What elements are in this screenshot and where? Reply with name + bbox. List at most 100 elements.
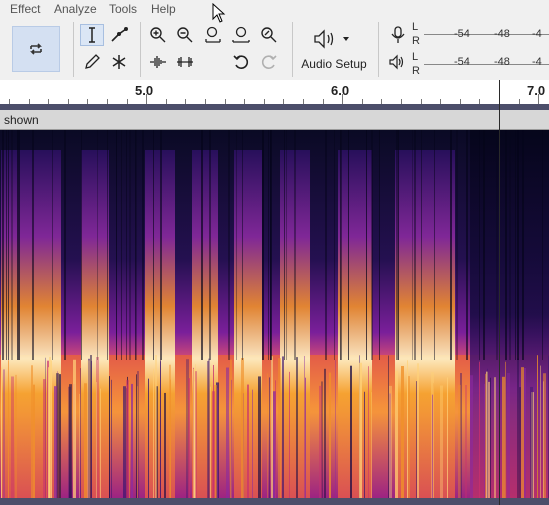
menu-effect[interactable]: Effect [10, 2, 40, 16]
spectrogram-streak [247, 384, 249, 498]
undo-icon [233, 55, 249, 69]
speaker-icon [314, 29, 334, 49]
spectrogram-streak [15, 374, 17, 498]
spectrogram-streak [129, 381, 130, 498]
playback-meter[interactable] [424, 64, 549, 65]
ruler-tick [342, 94, 344, 104]
menu-help[interactable]: Help [151, 2, 176, 16]
spectrogram-streak [207, 360, 209, 498]
zoom-fit-button[interactable] [229, 24, 253, 46]
loop-button[interactable] [12, 26, 60, 72]
spectrogram[interactable] [0, 130, 549, 498]
spectrogram-gap [396, 130, 398, 360]
spectrogram-streak [48, 367, 50, 498]
playback-meter-button[interactable] [386, 51, 410, 73]
spectrogram-gap [236, 130, 237, 360]
draw-tool-button[interactable] [80, 51, 104, 73]
spectrogram-streak [519, 387, 521, 498]
spectrogram-gap [160, 130, 162, 360]
spectrogram-streak [470, 375, 473, 498]
trim-audio-button[interactable] [146, 51, 170, 73]
zoom-out-button[interactable] [173, 24, 197, 46]
spectrogram-streak [267, 373, 268, 498]
spectrogram-streak [324, 368, 326, 498]
spectrogram-streak [271, 356, 273, 498]
selection-tool-button[interactable] [80, 24, 104, 46]
menu-tools[interactable]: Tools [109, 2, 137, 16]
spectrogram-streak [170, 379, 171, 498]
spectrogram-streak [304, 355, 305, 498]
spectrogram-gap [18, 130, 20, 360]
spectrogram-streak [31, 365, 33, 498]
zoom-toggle-icon [261, 27, 277, 43]
spectrogram-gap [52, 130, 53, 360]
spectrogram-streak [537, 355, 538, 498]
zoom-selection-button[interactable] [201, 24, 225, 46]
spectrogram-streak [131, 383, 133, 498]
meter-channel-label: L [412, 51, 419, 63]
spectrogram-gap [121, 130, 122, 360]
spectrogram-streak [282, 356, 284, 498]
spectrogram-streak [488, 381, 490, 498]
spectrogram-streak [278, 358, 281, 498]
microphone-icon [391, 26, 405, 43]
spectrogram-streak [408, 376, 410, 498]
meter-channel-label: R [412, 65, 420, 77]
spectrogram-streak [305, 377, 306, 498]
spectrogram-gap [209, 130, 211, 360]
spectrogram-streak [213, 364, 214, 498]
record-meter[interactable] [424, 34, 549, 35]
spectrogram-streak [241, 358, 244, 498]
spectrogram-gap [129, 130, 131, 360]
menu-analyze[interactable]: Analyze [54, 2, 97, 16]
trim-icon [150, 56, 166, 68]
redo-button[interactable] [257, 51, 281, 73]
spectrogram-gap [505, 130, 507, 360]
meter-tick-label: -54 [454, 28, 470, 40]
spectrogram-gap [270, 130, 272, 360]
multi-tool-button[interactable] [107, 51, 131, 73]
spectrogram-streak [96, 381, 97, 498]
spectrogram-streak [123, 386, 126, 498]
spectrogram-streak [226, 367, 229, 498]
spectrogram-streak [289, 371, 290, 498]
envelope-icon [111, 27, 128, 42]
spectrogram-streak [329, 372, 331, 498]
spectrogram-gap [412, 130, 413, 360]
silence-audio-button[interactable] [173, 51, 197, 73]
spectrogram-gap [153, 130, 154, 360]
spectrogram-view [0, 130, 549, 498]
record-meter-button[interactable] [386, 24, 410, 46]
spectrogram-streak [59, 374, 61, 498]
spectrogram-gap [268, 130, 269, 360]
spectrogram-gap [8, 130, 9, 360]
spectrogram-streak [11, 376, 14, 498]
spectrogram-gap [517, 130, 519, 360]
spectrogram-gap [201, 130, 203, 360]
spectrogram-streak [69, 384, 72, 498]
timeline-ruler[interactable]: 5.0 6.0 7.0 [0, 80, 549, 104]
spectrogram-gap [64, 130, 66, 360]
spectrogram-streak [458, 384, 461, 498]
spectrogram-gap [126, 130, 127, 360]
audio-setup-button[interactable]: Audio Setup [298, 25, 370, 75]
zoom-toggle-button[interactable] [257, 24, 281, 46]
spectrogram-streak [84, 383, 87, 498]
spectrogram-gap [421, 130, 422, 360]
spectrogram-streak [388, 355, 389, 498]
spectrogram-streak [100, 388, 101, 498]
spectrogram-streak [484, 383, 485, 498]
zoom-in-button[interactable] [146, 24, 170, 46]
track-header[interactable]: shown [0, 110, 549, 130]
spectrogram-streak [87, 360, 90, 498]
spectrogram-streak [269, 377, 270, 498]
envelope-tool-button[interactable] [107, 24, 131, 46]
spectrogram-gap [334, 130, 335, 360]
undo-button[interactable] [229, 51, 253, 73]
spectrogram-gap [17, 130, 18, 360]
spectrogram-gap [466, 130, 468, 360]
zoom-fit-icon [232, 26, 250, 43]
meter-tick-label: -54 [454, 56, 470, 68]
spectrogram-streak [494, 377, 496, 498]
spectrogram-streak [51, 360, 52, 498]
